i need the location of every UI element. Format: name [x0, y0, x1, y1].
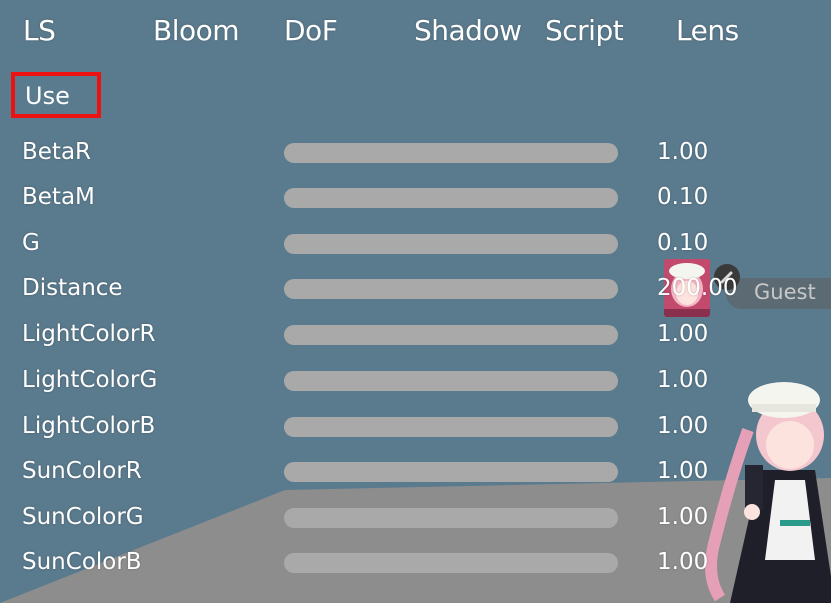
slider-lightcolorr[interactable]	[284, 325, 618, 345]
tab-bloom[interactable]: Bloom	[153, 14, 240, 47]
param-label-betam: BetaM	[22, 184, 95, 210]
tab-dof[interactable]: DoF	[284, 14, 338, 47]
param-label-suncolorb: SunColorB	[22, 549, 142, 575]
slider-lightcolorg[interactable]	[284, 371, 618, 391]
param-label-suncolorg: SunColorG	[22, 504, 144, 530]
value-g: 0.10	[657, 230, 709, 256]
tab-ls[interactable]: LS	[23, 14, 56, 47]
slider-lightcolorb[interactable]	[284, 417, 618, 437]
slider-betam[interactable]	[284, 188, 618, 208]
use-toggle[interactable]: Use	[11, 72, 101, 118]
slider-suncolorb[interactable]	[284, 553, 618, 573]
param-label-lightcolorb: LightColorB	[22, 413, 156, 439]
tab-script[interactable]: Script	[545, 14, 624, 47]
param-label-betar: BetaR	[22, 139, 92, 165]
value-lightcolorr: 1.00	[657, 321, 709, 347]
value-betar: 1.00	[657, 139, 709, 165]
guest-label: Guest	[754, 280, 816, 304]
tab-lens[interactable]: Lens	[676, 14, 739, 47]
value-suncolorb: 1.00	[657, 549, 709, 575]
value-betam: 0.10	[657, 184, 709, 210]
slider-suncolorr[interactable]	[284, 462, 618, 482]
slider-suncolorg[interactable]	[284, 508, 618, 528]
value-lightcolorb: 1.00	[657, 413, 709, 439]
value-distance: 200.00	[657, 275, 738, 301]
param-label-lightcolorg: LightColorG	[22, 367, 158, 393]
param-label-suncolorr: SunColorR	[22, 458, 142, 484]
param-label-distance: Distance	[22, 275, 123, 301]
use-label: Use	[25, 82, 70, 110]
value-suncolorg: 1.00	[657, 504, 709, 530]
slider-g[interactable]	[284, 234, 618, 254]
value-suncolorr: 1.00	[657, 458, 709, 484]
value-lightcolorg: 1.00	[657, 367, 709, 393]
param-label-lightcolorr: LightColorR	[22, 321, 156, 347]
tab-shadow[interactable]: Shadow	[414, 14, 522, 47]
slider-distance[interactable]	[284, 279, 618, 299]
slider-betar[interactable]	[284, 143, 618, 163]
param-label-g: G	[22, 230, 40, 256]
